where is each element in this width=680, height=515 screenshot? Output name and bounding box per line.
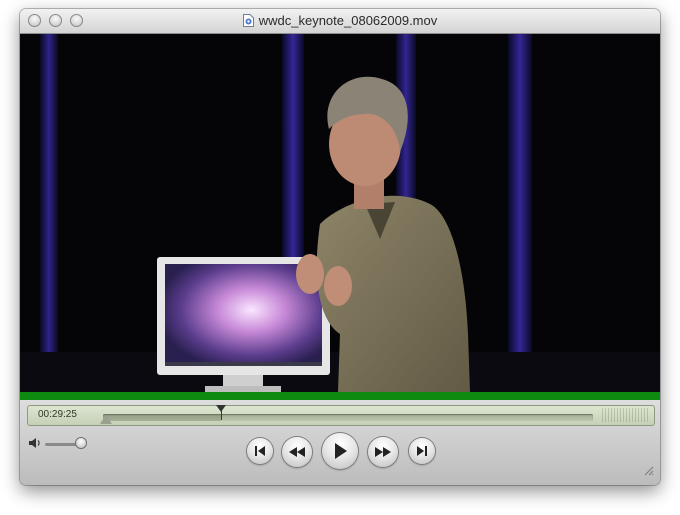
play-icon <box>335 443 347 459</box>
buffer-indicator <box>602 408 650 422</box>
controller-bar: 00:29:25 <box>20 400 660 485</box>
rewind-button[interactable] <box>282 437 312 467</box>
scrubber-track[interactable] <box>103 414 593 421</box>
fast-forward-icon <box>375 447 391 457</box>
title-bar[interactable]: wwdc_keynote_08062009.mov <box>20 9 660 34</box>
volume-speaker-icon[interactable] <box>28 436 42 454</box>
fast-forward-button[interactable] <box>368 437 398 467</box>
status-strip <box>20 392 660 400</box>
window-title-area: wwdc_keynote_08062009.mov <box>20 13 660 30</box>
rewind-icon <box>289 447 305 457</box>
video-picture <box>20 34 660 392</box>
current-time: 00:29:25 <box>38 409 77 420</box>
video-frame[interactable] <box>20 34 660 392</box>
resize-grip-icon[interactable] <box>642 463 654 481</box>
play-button[interactable] <box>322 433 358 469</box>
played-region <box>103 414 221 421</box>
playhead-stem <box>220 411 222 420</box>
timeline-display: 00:29:25 <box>27 405 655 426</box>
go-to-end-button[interactable] <box>409 438 435 464</box>
skip-back-icon <box>255 446 265 456</box>
go-to-start-button[interactable] <box>247 438 273 464</box>
movie-file-icon[interactable] <box>242 14 254 30</box>
window-title: wwdc_keynote_08062009.mov <box>258 13 438 28</box>
selection-start-marker[interactable] <box>100 415 112 424</box>
quicktime-window: wwdc_keynote_08062009.mov 00:29:25 <box>20 9 660 485</box>
skip-forward-icon <box>417 446 427 456</box>
volume-slider-knob[interactable] <box>76 438 86 448</box>
